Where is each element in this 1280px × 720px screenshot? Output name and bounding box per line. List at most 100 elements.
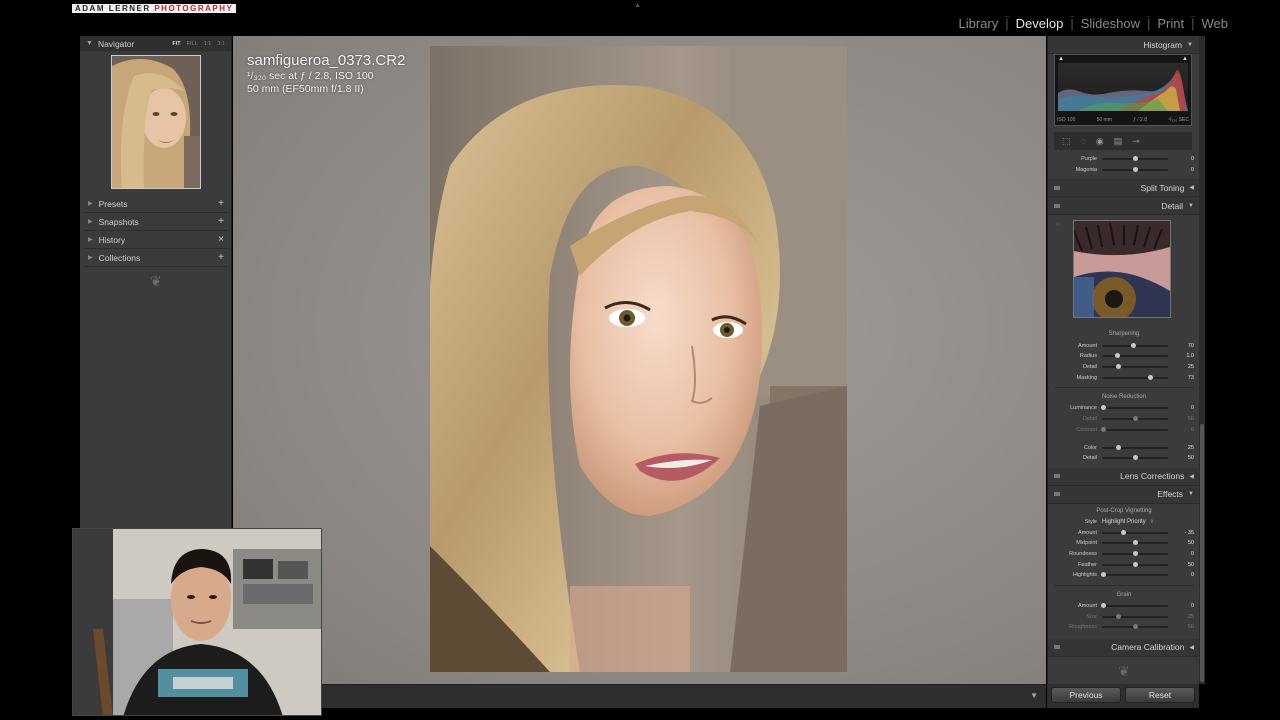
clear-history-button[interactable]: × <box>218 234 224 245</box>
module-develop[interactable]: Develop <box>1016 16 1064 31</box>
slider-grain-amount[interactable]: Amount 0 <box>1056 601 1199 612</box>
red-eye-tool-icon[interactable]: ◉ <box>1096 136 1104 147</box>
slider-track[interactable] <box>1102 364 1168 370</box>
module-web[interactable]: Web <box>1202 16 1229 31</box>
slider-track[interactable] <box>1101 603 1168 609</box>
slider-value[interactable]: - 35 <box>1168 530 1194 536</box>
highlight-clipping-icon[interactable]: ▲ <box>1182 56 1188 62</box>
slider-value[interactable]: 50 <box>1168 562 1194 568</box>
slider-nr-lum-detail[interactable]: Detail 50 <box>1056 414 1199 425</box>
reset-button[interactable]: Reset <box>1125 687 1195 703</box>
detail-header[interactable]: Detail ▼ <box>1048 197 1199 216</box>
shadow-clipping-icon[interactable]: ▲ <box>1058 56 1064 62</box>
history-section[interactable]: ▶ History × <box>84 231 228 249</box>
slider-track[interactable] <box>1102 613 1168 619</box>
slider-knob[interactable] <box>1101 405 1107 411</box>
slider-track[interactable] <box>1102 455 1168 461</box>
slider-knob[interactable] <box>1147 374 1153 380</box>
slider-nr-luminance[interactable]: Luminance 0 <box>1056 403 1199 414</box>
effects-header[interactable]: Effects ▼ <box>1048 485 1199 504</box>
detail-target-icon[interactable]: ○ <box>1056 221 1060 228</box>
photo-canvas[interactable]: samfigueroa_0373.CR2 ¹/₃₂₀ sec at ƒ / 2.… <box>233 36 1046 684</box>
slider-nr-color[interactable]: Color 25 <box>1056 442 1199 453</box>
panel-switch-icon[interactable] <box>1054 645 1060 650</box>
slider-purple[interactable]: Purple 0 <box>1056 154 1199 165</box>
slider-value[interactable]: 50 <box>1168 455 1194 461</box>
slider-track[interactable] <box>1102 550 1168 556</box>
zoom-fit[interactable]: FIT <box>172 41 180 47</box>
slider-knob[interactable] <box>1116 613 1121 619</box>
slider-vignette-roundness[interactable]: Roundness 0 <box>1056 549 1199 560</box>
slider-knob[interactable] <box>1115 353 1121 359</box>
slider-track[interactable] <box>1102 540 1168 546</box>
slider-value[interactable]: 50 <box>1168 624 1194 630</box>
slider-track[interactable] <box>1102 353 1168 359</box>
slider-value[interactable]: 0 <box>1168 156 1194 162</box>
slider-track[interactable] <box>1102 624 1168 630</box>
camera-calibration-header[interactable]: Camera Calibration ◀ <box>1048 638 1199 657</box>
spot-removal-tool-icon[interactable]: ◌ <box>1081 136 1086 146</box>
slider-value[interactable]: 0 <box>1168 405 1194 411</box>
add-collection-button[interactable]: + <box>218 252 224 263</box>
slider-sharpen-amount[interactable]: Amount 70 <box>1056 340 1199 351</box>
select-arrows-icon[interactable]: ⇕ <box>1150 519 1154 525</box>
slider-knob[interactable] <box>1132 416 1138 422</box>
panel-switch-icon[interactable] <box>1054 492 1060 497</box>
panel-switch-icon[interactable] <box>1054 185 1060 190</box>
slider-value[interactable]: 50 <box>1168 416 1194 422</box>
histogram[interactable]: ▲ ▲ ISO 100 50 mm ƒ / 2.8 ¹/₃₂₀ SEC <box>1054 54 1192 126</box>
slider-vignette-highlights[interactable]: Highlights 0 <box>1056 570 1199 581</box>
slider-value[interactable]: 0 <box>1168 427 1194 433</box>
slider-knob[interactable] <box>1120 529 1126 535</box>
module-library[interactable]: Library <box>958 16 998 31</box>
vignette-style-select[interactable]: Highlight Priority <box>1102 519 1146 525</box>
slider-value[interactable]: 0 <box>1168 603 1194 609</box>
module-print[interactable]: Print <box>1157 16 1184 31</box>
slider-value[interactable]: 73 <box>1168 375 1194 381</box>
slider-knob[interactable] <box>1116 444 1121 450</box>
slider-knob[interactable] <box>1132 167 1138 173</box>
slider-track[interactable] <box>1102 444 1168 450</box>
slider-track[interactable] <box>1102 342 1168 348</box>
module-slideshow[interactable]: Slideshow <box>1081 16 1140 31</box>
slider-knob[interactable] <box>1101 603 1107 609</box>
slider-nr-contrast[interactable]: Contrast 0 <box>1056 425 1199 436</box>
slider-track[interactable] <box>1102 561 1168 567</box>
slider-value[interactable]: 0 <box>1168 167 1194 173</box>
split-toning-header[interactable]: Split Toning ◀ <box>1048 179 1199 198</box>
snapshots-section[interactable]: ▶ Snapshots + <box>84 213 228 231</box>
slider-value[interactable]: 1.0 <box>1168 353 1194 359</box>
slider-sharpen-detail[interactable]: Detail 25 <box>1056 362 1199 373</box>
slider-knob[interactable] <box>1132 455 1138 461</box>
slider-vignette-amount[interactable]: Amount - 35 <box>1056 527 1199 538</box>
slider-track[interactable] <box>1102 167 1168 173</box>
slider-magenta[interactable]: Magenta 0 <box>1056 165 1199 176</box>
slider-knob[interactable] <box>1101 572 1107 578</box>
slider-knob[interactable] <box>1116 364 1121 370</box>
slider-track[interactable] <box>1102 374 1168 380</box>
slider-sharpen-radius[interactable]: Radius 1.0 <box>1056 351 1199 362</box>
slider-knob[interactable] <box>1132 624 1138 630</box>
slider-knob[interactable] <box>1132 156 1138 162</box>
graduated-filter-tool-icon[interactable]: ▤ <box>1114 136 1123 147</box>
lens-corrections-header[interactable]: Lens Corrections ◀ <box>1048 467 1199 486</box>
portrait-photo[interactable] <box>430 46 847 672</box>
slider-knob[interactable] <box>1130 342 1136 348</box>
navigator-header[interactable]: ▼ Navigator FIT FILL 1:1 3:1 <box>80 36 231 51</box>
previous-button[interactable]: Previous <box>1051 687 1121 703</box>
slider-track[interactable] <box>1102 416 1168 422</box>
panel-switch-icon[interactable] <box>1054 474 1060 479</box>
slider-vignette-feather[interactable]: Feather 50 <box>1056 559 1199 570</box>
slider-track[interactable] <box>1101 405 1168 411</box>
adjustment-brush-tool-icon[interactable]: ⊸ <box>1132 136 1140 147</box>
slider-knob[interactable] <box>1132 540 1138 546</box>
slider-value[interactable]: 70 <box>1168 343 1194 349</box>
detail-zoom-preview[interactable] <box>1073 220 1171 321</box>
add-snapshot-button[interactable]: + <box>218 216 224 227</box>
zoom-fill[interactable]: FILL <box>187 41 198 47</box>
crop-tool-icon[interactable]: ⬚ <box>1062 136 1071 147</box>
collapse-top-icon[interactable]: ▲ <box>634 2 641 9</box>
slider-value[interactable]: 25 <box>1168 614 1194 620</box>
toolbar-menu-icon[interactable]: ▼ <box>1030 691 1038 700</box>
slider-value[interactable]: 0 <box>1168 551 1194 557</box>
